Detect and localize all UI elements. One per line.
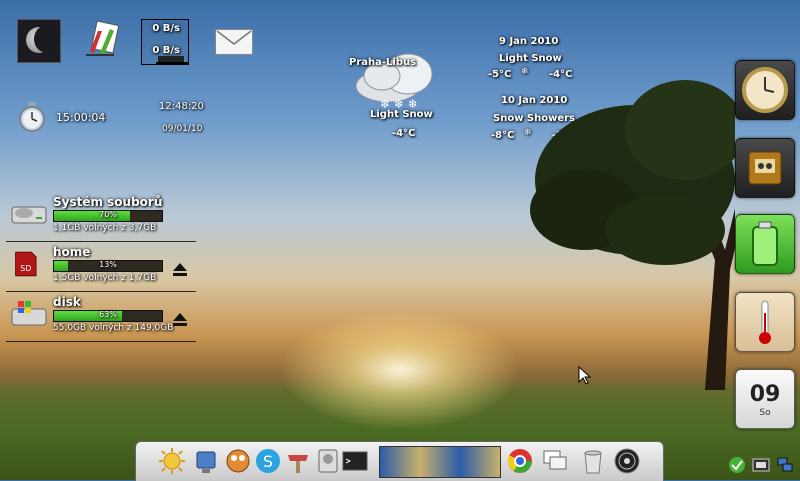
- clock-launcher[interactable]: [735, 60, 795, 120]
- workspace-switcher[interactable]: [379, 446, 501, 478]
- disk-usage-bar: 13%: [53, 260, 163, 272]
- finder-icon[interactable]: [194, 447, 222, 475]
- eject-icon[interactable]: [172, 311, 188, 327]
- weather-widget[interactable]: ❄ ❄ ❄ Praha-Libus Light Snow -4°C: [345, 40, 460, 145]
- tools-icon[interactable]: [284, 447, 312, 475]
- forecast-low: -5°C: [488, 69, 512, 80]
- disk-name: disk: [53, 295, 81, 309]
- disk-utility-icon[interactable]: [314, 447, 342, 475]
- eject-icon[interactable]: [172, 261, 188, 277]
- windows-icon[interactable]: [541, 447, 569, 475]
- sd-card-icon: SD: [15, 251, 37, 277]
- alarm-time: 15:00:04: [56, 111, 106, 124]
- disk-usage-percent: 70%: [99, 210, 117, 219]
- terminal-icon[interactable]: [341, 447, 369, 475]
- calendar-weekday: So: [759, 408, 771, 418]
- disk-name: home: [53, 245, 91, 259]
- weather-sun-icon[interactable]: [158, 447, 186, 475]
- disk-usage-bar: 63%: [53, 310, 163, 322]
- paint-icon[interactable]: [80, 19, 120, 59]
- trash-icon[interactable]: [579, 447, 607, 475]
- temperature-launcher[interactable]: [735, 292, 795, 352]
- disk-usage-percent: 13%: [99, 260, 117, 269]
- battery-launcher[interactable]: [735, 214, 795, 274]
- windows-drive-icon: [11, 301, 47, 326]
- svg-text:SD: SD: [20, 264, 31, 273]
- mouse-cursor-icon: [578, 366, 592, 385]
- alarm-clock-icon[interactable]: [18, 101, 46, 133]
- dvd-icon[interactable]: [613, 447, 641, 475]
- calendar-day: 09: [749, 382, 781, 407]
- hardware-icon: [748, 151, 782, 185]
- disk-home[interactable]: SD home 13% 1,5GB volných z 1,7GB: [6, 243, 196, 292]
- network-tray-icon[interactable]: [776, 456, 794, 474]
- current-condition: Light Snow: [370, 109, 433, 120]
- keyboard-layout-icon[interactable]: [752, 456, 770, 474]
- skype-icon[interactable]: S: [254, 447, 282, 475]
- clock-time: 12:48:20: [159, 101, 204, 112]
- disk-name: Systém souborů: [53, 195, 163, 209]
- disk-free-space: 1,1GB volných z 3,7GB: [53, 223, 157, 233]
- network-icon: [156, 56, 188, 65]
- download-speed: 0 B/s: [152, 23, 180, 34]
- calendar-launcher[interactable]: 09 So: [735, 369, 795, 429]
- disk-free-space: 1,5GB volných z 1,7GB: [53, 273, 157, 283]
- disk-free-space: 55,0GB volných z 149,0GB: [53, 323, 174, 333]
- disk-usage-bar: 70%: [53, 210, 163, 222]
- current-temp: -4°C: [392, 128, 416, 139]
- forecast-date: 9 Jan 2010: [499, 36, 559, 47]
- forecast-low: -8°C: [491, 130, 515, 141]
- hard-drive-icon: [11, 206, 47, 224]
- disk-usage-percent: 63%: [99, 310, 117, 319]
- thermometer-icon: [759, 300, 771, 344]
- disk-system[interactable]: Systém souborů 70% 1,1GB volných z 3,7GB: [6, 193, 196, 242]
- chrome-icon[interactable]: [506, 447, 534, 475]
- gimp-icon[interactable]: [224, 447, 252, 475]
- app-launcher-1[interactable]: [735, 138, 795, 198]
- disk-data[interactable]: disk 63% 55,0GB volných z 149,0GB: [6, 293, 196, 342]
- update-notifier-icon[interactable]: [728, 456, 746, 474]
- moon-phase-icon[interactable]: [17, 19, 61, 63]
- weather-location: Praha-Libus: [349, 57, 417, 68]
- tree-illustration: [530, 80, 735, 390]
- cloud-snow-icon: ❄ ❄ ❄: [355, 53, 433, 111]
- svg-text:S: S: [263, 452, 273, 471]
- clock-icon: [742, 67, 788, 113]
- network-monitor-widget[interactable]: 0 B/s 0 B/s: [141, 19, 189, 65]
- mail-icon[interactable]: [215, 29, 253, 55]
- battery-icon: [752, 221, 778, 266]
- bottom-dock: S: [135, 441, 664, 481]
- clock-date: 09/01/10: [162, 124, 203, 134]
